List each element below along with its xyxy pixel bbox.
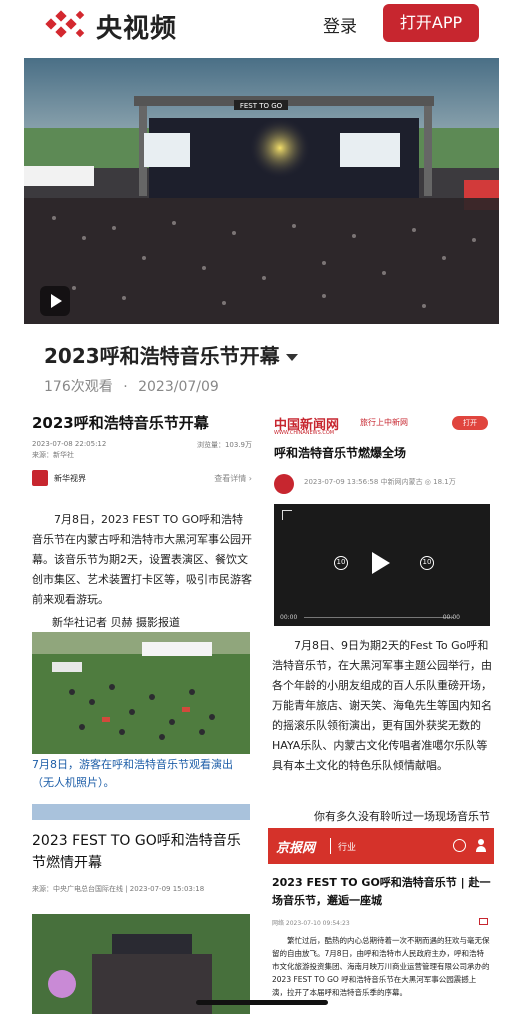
play-icon[interactable]: [40, 286, 70, 316]
left-article-datetime: 2023-07-08 22:05:12: [32, 440, 107, 448]
video-meta: 176次观看 · 2023/07/09: [44, 376, 219, 396]
total-time: 00:00: [442, 614, 460, 621]
left-article-title[interactable]: 2023呼和浩特音乐节开幕: [32, 412, 209, 433]
logo-icon[interactable]: [44, 8, 86, 40]
rewind-10-icon[interactable]: 10: [334, 556, 348, 570]
jingbao-header-bar: 京报网 行业: [268, 828, 494, 864]
video-title[interactable]: 2023呼和浩特音乐节开幕: [44, 340, 298, 369]
login-link[interactable]: 登录: [323, 12, 357, 37]
left-article-title-2[interactable]: 2023 FEST TO GO呼和浩特音乐节燃情开幕: [32, 830, 252, 874]
author-avatar-icon: [32, 470, 48, 486]
open-button[interactable]: 打开: [452, 416, 488, 430]
left-article-source: 来源：新华社: [32, 451, 74, 459]
left-article-paragraph: 7月8日，2023 FEST TO GO呼和浩特音乐节在内蒙古呼和浩特市大黑河军…: [32, 513, 252, 606]
divider: [330, 838, 331, 854]
caret-down-icon[interactable]: [285, 354, 298, 361]
view-count: 176次观看: [44, 379, 113, 395]
stage-sign: FEST TO GO: [240, 102, 283, 110]
top-header: 央视频 登录 打开APP: [0, 0, 523, 50]
jingbao-logo[interactable]: 京报网: [276, 837, 315, 856]
aerial-stage-photo[interactable]: [32, 914, 250, 1014]
embedded-video-player[interactable]: 10 10 00:00 00:00: [274, 504, 490, 626]
concert-scene-image: FEST TO GO: [24, 58, 499, 324]
jingbao-article-meta: 网络 2023-07-10 09:54:23: [272, 920, 350, 927]
meta-separator: ·: [123, 379, 128, 395]
right-article-more-line: 你有多久没有聆听过一场现场音乐节: [314, 810, 490, 823]
aerial-stage-image: [32, 914, 250, 1014]
right-article-column[interactable]: 中国新闻网 WWW.CHINANEWS.COM 旅行上中新网 打开 呼和浩特音乐…: [268, 400, 494, 1014]
reporter-credit: 新华社记者 贝赫 摄影报道: [52, 616, 180, 629]
jingbao-category[interactable]: 行业: [338, 840, 356, 853]
right-article-title[interactable]: 呼和浩特音乐节燃爆全场: [274, 444, 406, 461]
festival-field-image: [32, 632, 250, 754]
left-article-views: 浏览量：103.9万: [196, 441, 252, 449]
view-details-link[interactable]: 查看详情 ›: [214, 473, 252, 484]
photo-caption: 7月8日，游客在呼和浩特音乐节观看演出（无人机照片）。: [32, 758, 233, 789]
author-name[interactable]: 新华视界: [54, 473, 86, 484]
video-title-text: 2023呼和浩特音乐节开幕: [44, 344, 280, 368]
current-time: 00:00: [280, 614, 298, 621]
source-avatar-icon: [274, 474, 294, 494]
publish-date: 2023/07/09: [138, 379, 219, 395]
home-indicator[interactable]: [196, 1000, 328, 1005]
drone-photo[interactable]: [32, 632, 250, 754]
chinanews-url: WWW.CHINANEWS.COM: [274, 430, 335, 436]
video-player[interactable]: FEST TO GO: [24, 58, 499, 324]
open-app-button[interactable]: 打开APP: [383, 4, 479, 42]
logo-text[interactable]: 央视频: [96, 8, 177, 45]
jingbao-article-title[interactable]: 2023 FEST TO GO呼和浩特音乐节 | 赴一场音乐节，邂逅一座城: [272, 874, 492, 910]
user-icon[interactable]: [476, 839, 486, 852]
image-icon: [479, 918, 488, 925]
play-icon[interactable]: [372, 552, 390, 574]
right-article-paragraph: 7月8日、9日为期2天的Fest To Go呼和浩特音乐节，在大黑河军事主题公园…: [272, 639, 492, 772]
travel-channel-logo: 旅行上中新网: [360, 418, 408, 427]
forward-10-icon[interactable]: 10: [420, 556, 434, 570]
left-article-column[interactable]: 2023呼和浩特音乐节开幕 2023-07-08 22:05:12 浏览量：10…: [30, 400, 252, 1014]
jingbao-article-paragraph: 繁忙过后，酷热的内心总期待着一次不期而遇的狂欢与毫无保留的自由放飞。7月8日，由…: [272, 936, 490, 997]
expand-icon[interactable]: [282, 510, 292, 520]
progress-track[interactable]: [304, 617, 454, 618]
search-icon[interactable]: [453, 839, 466, 852]
sky-photo-strip: [32, 804, 250, 820]
left-article-source-2: 来源：中央广电总台国际在线 | 2023-07-09 15:03:18: [32, 885, 205, 893]
right-article-meta: 2023-07-09 13:56:58 中新网内蒙古 ◎ 18.1万: [304, 478, 456, 486]
